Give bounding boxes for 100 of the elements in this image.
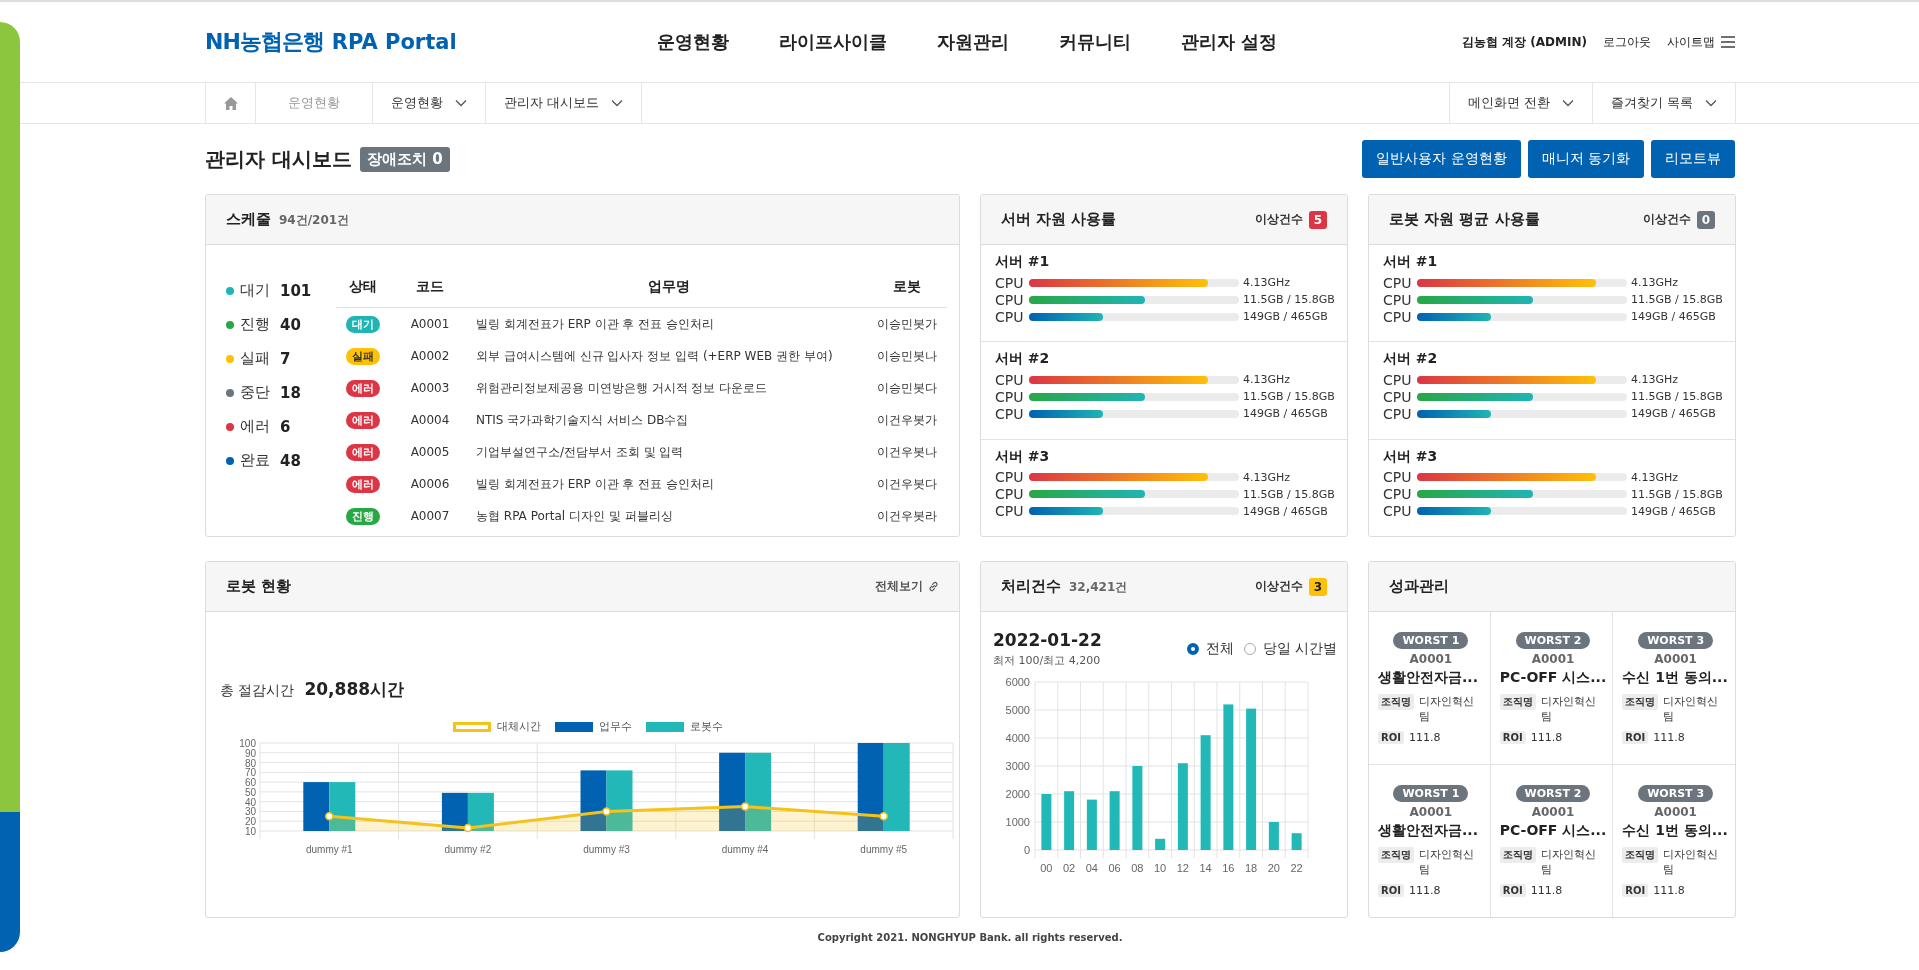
axis-label: 5000 bbox=[1005, 704, 1030, 716]
action-button[interactable]: 일반사용자 운영현황 bbox=[1362, 140, 1521, 178]
gauge-label: CPU bbox=[995, 388, 1025, 405]
roi-tag: ROI bbox=[1499, 883, 1526, 897]
gauge-label: CPU bbox=[1383, 388, 1413, 405]
radio-option[interactable]: 당일 시간별 bbox=[1243, 640, 1337, 658]
sitemap-link[interactable]: 사이트맵 bbox=[1667, 33, 1735, 51]
axis-label: dummy #2 bbox=[444, 844, 492, 855]
gauge-reading: 149GB / 465GB bbox=[1631, 407, 1717, 421]
task-code: A0001 bbox=[1409, 651, 1453, 666]
server-name: 서버 #2 bbox=[1383, 350, 1439, 369]
axis-label: 40 bbox=[244, 796, 256, 808]
axis-label: 02 bbox=[1063, 862, 1076, 874]
status-label: 완료 bbox=[240, 451, 270, 470]
column-header: 업무명 bbox=[470, 267, 867, 308]
axis-label: 100 bbox=[239, 738, 256, 749]
chart-bar bbox=[1155, 838, 1166, 850]
table-cell-text: 이건우봇나 bbox=[876, 443, 938, 461]
legend-swatch bbox=[645, 721, 684, 732]
task-code: A0001 bbox=[1654, 651, 1697, 666]
action-button[interactable]: 리모트뷰 bbox=[1651, 140, 1735, 178]
rank-badge: WORST 2 bbox=[1515, 784, 1591, 802]
radio-option[interactable]: 전체 bbox=[1186, 640, 1234, 658]
status-badge: 에러 bbox=[346, 411, 380, 429]
table-cell-text: 이건우봇가 bbox=[876, 411, 938, 429]
server-name: 서버 #2 bbox=[995, 350, 1051, 369]
view-all-link[interactable]: 전체보기 bbox=[875, 578, 939, 595]
org-name: 디자인혁신팀 bbox=[1663, 846, 1720, 877]
chart-bar bbox=[1041, 794, 1052, 850]
org-name: 디자인혁신팀 bbox=[1540, 693, 1597, 724]
table-cell-text: 이승민봇나 bbox=[876, 347, 938, 365]
nav-menu-item[interactable]: 커뮤니티 bbox=[1059, 30, 1131, 54]
org-name: 디자인혁신팀 bbox=[1663, 693, 1720, 724]
breadcrumb-dropdown[interactable]: 관리자 대시보드 bbox=[486, 83, 643, 123]
logout-link[interactable]: 로그아웃 bbox=[1603, 33, 1651, 51]
gauge-reading: 4.13GHz bbox=[1631, 276, 1680, 289]
org-tag: 조직명 bbox=[1622, 693, 1659, 710]
roi-tag: ROI bbox=[1622, 730, 1649, 744]
point bbox=[879, 812, 888, 821]
panel-count: 32,421건 bbox=[1069, 579, 1128, 596]
alert-label: 이상건수 bbox=[1642, 211, 1691, 228]
gauge-reading: 149GB / 465GB bbox=[1243, 310, 1329, 323]
point bbox=[602, 807, 611, 816]
logo[interactable]: NH농협은행 RPA Portal bbox=[205, 27, 657, 57]
gauge-reading: 4.13GHz bbox=[1631, 470, 1680, 484]
menu-dropdown[interactable]: 즐겨찾기 목록 bbox=[1591, 83, 1736, 123]
axis-label: 00 bbox=[1040, 862, 1053, 874]
user-name: 김농협 계장 (ADMIN) bbox=[1461, 33, 1587, 51]
nav-menu-item[interactable]: 운영현황 bbox=[657, 30, 729, 54]
legend-label: 업무수 bbox=[598, 719, 632, 734]
gauge-reading: 11.5GB / 15.8GB bbox=[1243, 487, 1335, 501]
status-badge: 에러 bbox=[346, 475, 380, 493]
gauge-label: CPU bbox=[1383, 308, 1413, 325]
home-icon bbox=[223, 96, 238, 110]
rank-badge: WORST 3 bbox=[1638, 784, 1714, 802]
panel-title: 로봇 현황 bbox=[226, 577, 292, 596]
status-count: 7 bbox=[280, 349, 291, 368]
point bbox=[463, 823, 473, 833]
axis-label: dummy #1 bbox=[305, 844, 353, 855]
breadcrumb-dropdown[interactable]: 운영현황 bbox=[373, 83, 486, 123]
nav-menu-item[interactable]: 자원관리 bbox=[937, 30, 1009, 54]
date-label: 2022-01-22 bbox=[993, 630, 1102, 650]
link-icon bbox=[928, 581, 939, 592]
rank-badge: WORST 1 bbox=[1393, 784, 1469, 802]
legend-label: 로봇수 bbox=[689, 719, 723, 734]
axis-label: 06 bbox=[1108, 862, 1121, 874]
nav-menu-item[interactable]: 라이프사이클 bbox=[779, 30, 887, 54]
chevron-down-icon bbox=[1561, 99, 1574, 107]
axis-label: 22 bbox=[1290, 862, 1303, 874]
status-label: 중단 bbox=[240, 383, 270, 402]
task-code: A0001 bbox=[1409, 804, 1453, 819]
status-count: 6 bbox=[280, 417, 291, 436]
gauge-reading: 149GB / 465GB bbox=[1243, 407, 1329, 421]
gauge-reading: 149GB / 465GB bbox=[1631, 504, 1717, 518]
action-button[interactable]: 매니저 동기화 bbox=[1527, 140, 1644, 178]
status-label: 실패 bbox=[240, 349, 270, 368]
gauge-label: CPU bbox=[1383, 405, 1413, 422]
range-note: 최저 100/최고 4,200 bbox=[993, 653, 1102, 668]
table-cell-text: A0007 bbox=[409, 508, 451, 525]
axis-label: 80 bbox=[244, 757, 256, 769]
status-count: 101 bbox=[280, 281, 312, 300]
status-badge: 진행 bbox=[346, 507, 380, 525]
status-badge: 실패 bbox=[346, 347, 380, 365]
roi-value: 111.8 bbox=[1408, 883, 1441, 897]
axis-label: 12 bbox=[1176, 862, 1189, 874]
status-badge: 대기 bbox=[346, 315, 380, 333]
roi-value: 111.8 bbox=[1653, 883, 1685, 897]
axis-label: 6000 bbox=[1005, 676, 1030, 688]
table-cell-text: A0004 bbox=[409, 412, 451, 429]
gauge-reading: 4.13GHz bbox=[1243, 276, 1292, 289]
gauge-label: CPU bbox=[995, 405, 1025, 422]
legend-label: 대체시간 bbox=[496, 719, 541, 734]
gauge-label: CPU bbox=[1383, 291, 1413, 308]
nav-menu-item[interactable]: 관리자 설정 bbox=[1181, 30, 1278, 54]
chart-bar bbox=[303, 782, 330, 831]
menu-dropdown[interactable]: 메인화면 전환 bbox=[1448, 83, 1592, 123]
point bbox=[740, 802, 750, 811]
roi-value: 111.8 bbox=[1408, 730, 1441, 744]
chart-bar bbox=[1064, 791, 1075, 850]
breadcrumb-current: 운영현황 bbox=[256, 83, 373, 123]
